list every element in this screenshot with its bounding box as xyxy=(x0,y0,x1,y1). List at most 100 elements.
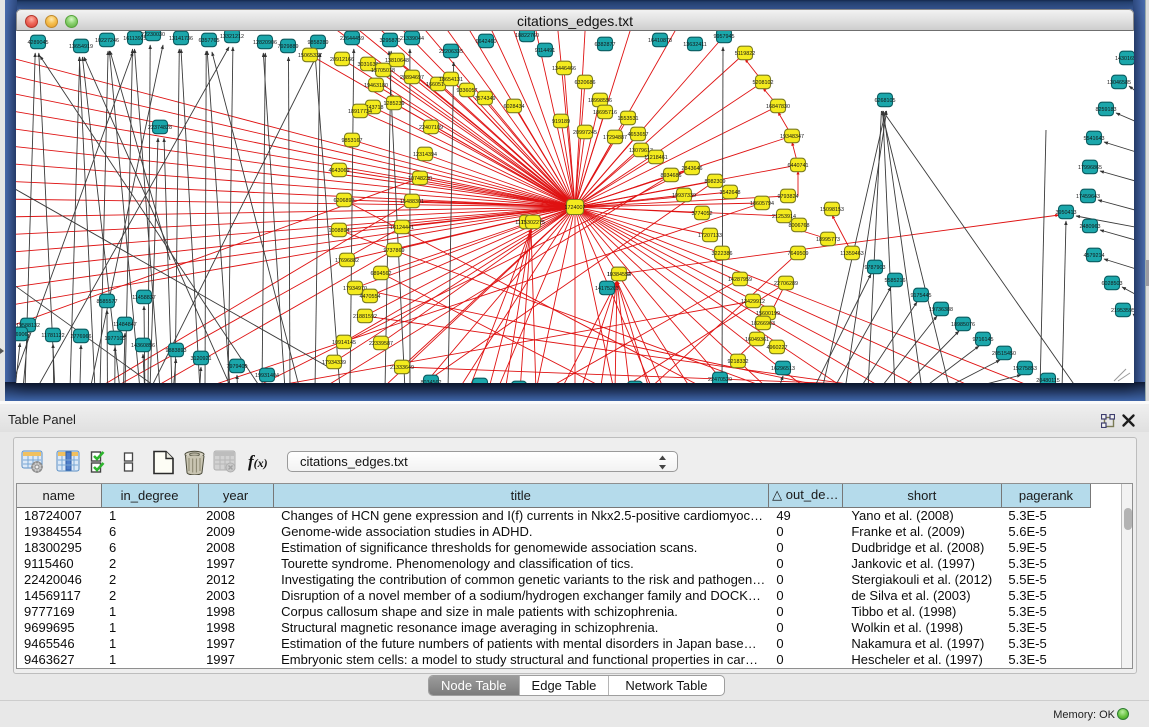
svg-text:18985076: 18985076 xyxy=(951,322,975,328)
svg-text:14175203: 14175203 xyxy=(595,286,619,292)
svg-text:20480115: 20480115 xyxy=(1036,378,1060,383)
svg-text:4653657: 4653657 xyxy=(628,132,649,138)
svg-text:5119822: 5119822 xyxy=(735,51,756,57)
svg-text:4470554: 4470554 xyxy=(360,294,381,300)
svg-text:22706289: 22706289 xyxy=(774,281,798,287)
svg-text:15065337: 15065337 xyxy=(298,53,322,59)
svg-text:15098153: 15098153 xyxy=(820,207,844,213)
svg-text:13429912: 13429912 xyxy=(741,299,765,305)
svg-text:14301657: 14301657 xyxy=(1115,56,1134,62)
svg-text:5208102: 5208102 xyxy=(753,80,774,86)
svg-text:15302275: 15302275 xyxy=(521,220,545,226)
svg-text:8982309: 8982309 xyxy=(705,179,726,185)
svg-text:9336057: 9336057 xyxy=(457,88,478,94)
svg-text:9787903: 9787903 xyxy=(865,265,886,271)
svg-text:9853167: 9853167 xyxy=(342,138,363,144)
svg-text:6382877: 6382877 xyxy=(595,42,616,48)
svg-text:9175445: 9175445 xyxy=(911,293,932,299)
svg-text:8034562: 8034562 xyxy=(421,380,442,383)
svg-text:9218332: 9218332 xyxy=(728,359,749,365)
svg-text:18995773: 18995773 xyxy=(816,237,840,243)
svg-text:6357765: 6357765 xyxy=(199,38,220,44)
svg-text:13321212: 13321212 xyxy=(220,34,244,40)
svg-text:8934686: 8934686 xyxy=(661,173,682,179)
svg-text:11484847: 11484847 xyxy=(113,322,137,328)
svg-text:6642460: 6642460 xyxy=(476,39,497,45)
svg-text:4960227: 4960227 xyxy=(767,345,788,351)
svg-text:9737869: 9737869 xyxy=(384,248,405,254)
svg-text:6268105: 6268105 xyxy=(875,98,896,104)
svg-text:2776966: 2776966 xyxy=(71,334,92,340)
svg-text:2480963: 2480963 xyxy=(1080,224,1101,230)
svg-text:1285239: 1285239 xyxy=(384,101,405,107)
svg-text:4643069: 4643069 xyxy=(329,168,350,174)
svg-text:3222386: 3222386 xyxy=(712,251,733,257)
svg-text:17459643: 17459643 xyxy=(1076,194,1100,200)
svg-text:18822760: 18822760 xyxy=(515,33,539,39)
svg-text:19463180: 19463180 xyxy=(364,83,388,89)
svg-text:12820906: 12820906 xyxy=(253,40,277,46)
svg-text:6206893: 6206893 xyxy=(334,198,355,204)
svg-text:18654131: 18654131 xyxy=(439,77,463,83)
svg-text:13654919: 13654919 xyxy=(69,44,93,50)
svg-text:22407109: 22407109 xyxy=(419,125,443,131)
svg-text:3774052: 3774052 xyxy=(692,211,713,217)
svg-text:17294887: 17294887 xyxy=(603,135,627,141)
svg-text:20515450: 20515450 xyxy=(992,351,1016,357)
svg-text:10914145: 10914145 xyxy=(332,340,356,346)
svg-text:22230030: 22230030 xyxy=(141,32,165,38)
svg-text:18266963: 18266963 xyxy=(751,321,775,327)
svg-text:19736388: 19736388 xyxy=(929,307,953,313)
svg-text:18998556: 18998556 xyxy=(588,98,612,104)
svg-text:21333649: 21333649 xyxy=(390,365,414,371)
svg-text:11458837: 11458837 xyxy=(132,295,156,301)
svg-text:7979409: 7979409 xyxy=(227,364,248,370)
svg-text:13705018: 13705018 xyxy=(371,68,395,74)
svg-text:21953595: 21953595 xyxy=(1111,308,1134,314)
svg-text:10748230: 10748230 xyxy=(408,176,432,182)
svg-text:9114491: 9114491 xyxy=(535,48,556,54)
svg-text:8259183: 8259183 xyxy=(1096,107,1117,113)
svg-text:919189: 919189 xyxy=(552,119,570,125)
svg-text:4289045: 4289045 xyxy=(28,40,49,46)
svg-text:16847830: 16847830 xyxy=(766,104,790,110)
svg-text:9793824: 9793824 xyxy=(778,194,799,200)
svg-text:17207133: 17207133 xyxy=(698,233,722,239)
svg-text:9883893: 9883893 xyxy=(166,348,187,354)
svg-text:22339587: 22339587 xyxy=(369,341,393,347)
svg-text:22470529: 22470529 xyxy=(708,377,732,383)
svg-text:13632411: 13632411 xyxy=(683,42,707,48)
svg-text:3950413: 3950413 xyxy=(1056,210,1077,216)
svg-text:20997245: 20997245 xyxy=(573,130,597,136)
svg-text:20894697: 20894697 xyxy=(400,75,424,81)
svg-text:18695716: 18695716 xyxy=(593,110,617,116)
svg-text:8006768: 8006768 xyxy=(789,223,810,229)
svg-text:13046585: 13046585 xyxy=(1107,80,1131,86)
svg-text:19384554: 19384554 xyxy=(607,272,631,278)
svg-text:20912166: 20912166 xyxy=(330,57,354,63)
svg-text:11359463: 11359463 xyxy=(840,251,864,257)
svg-text:22644459: 22644459 xyxy=(340,36,364,42)
svg-text:16296513: 16296513 xyxy=(771,366,795,372)
svg-text:9716145: 9716145 xyxy=(973,337,994,343)
svg-text:16410878: 16410878 xyxy=(648,38,672,44)
svg-text:13446466: 13446466 xyxy=(552,66,576,72)
svg-text:15275853: 15275853 xyxy=(1013,366,1037,372)
svg-text:22206335: 22206335 xyxy=(439,49,463,55)
svg-text:17934339: 17934339 xyxy=(322,360,346,366)
svg-text:1724007: 1724007 xyxy=(565,205,586,211)
svg-text:9957945: 9957945 xyxy=(714,34,735,40)
svg-text:19348347: 19348347 xyxy=(780,134,804,140)
svg-text:6028434: 6028434 xyxy=(504,104,525,110)
svg-text:1977105: 1977105 xyxy=(105,336,126,342)
svg-text:17696882: 17696882 xyxy=(335,258,359,264)
svg-text:13141736: 13141736 xyxy=(169,36,193,42)
svg-text:6440741: 6440741 xyxy=(788,163,809,169)
svg-text:19937339: 19937339 xyxy=(672,193,696,199)
svg-text:22374828: 22374828 xyxy=(148,125,172,131)
svg-text:18605794: 18605794 xyxy=(750,201,774,207)
svg-text:6894562: 6894562 xyxy=(371,271,392,277)
svg-text:2843646: 2843646 xyxy=(682,166,703,172)
svg-text:21339044: 21339044 xyxy=(400,36,424,42)
svg-text:1008894: 1008894 xyxy=(329,228,350,234)
